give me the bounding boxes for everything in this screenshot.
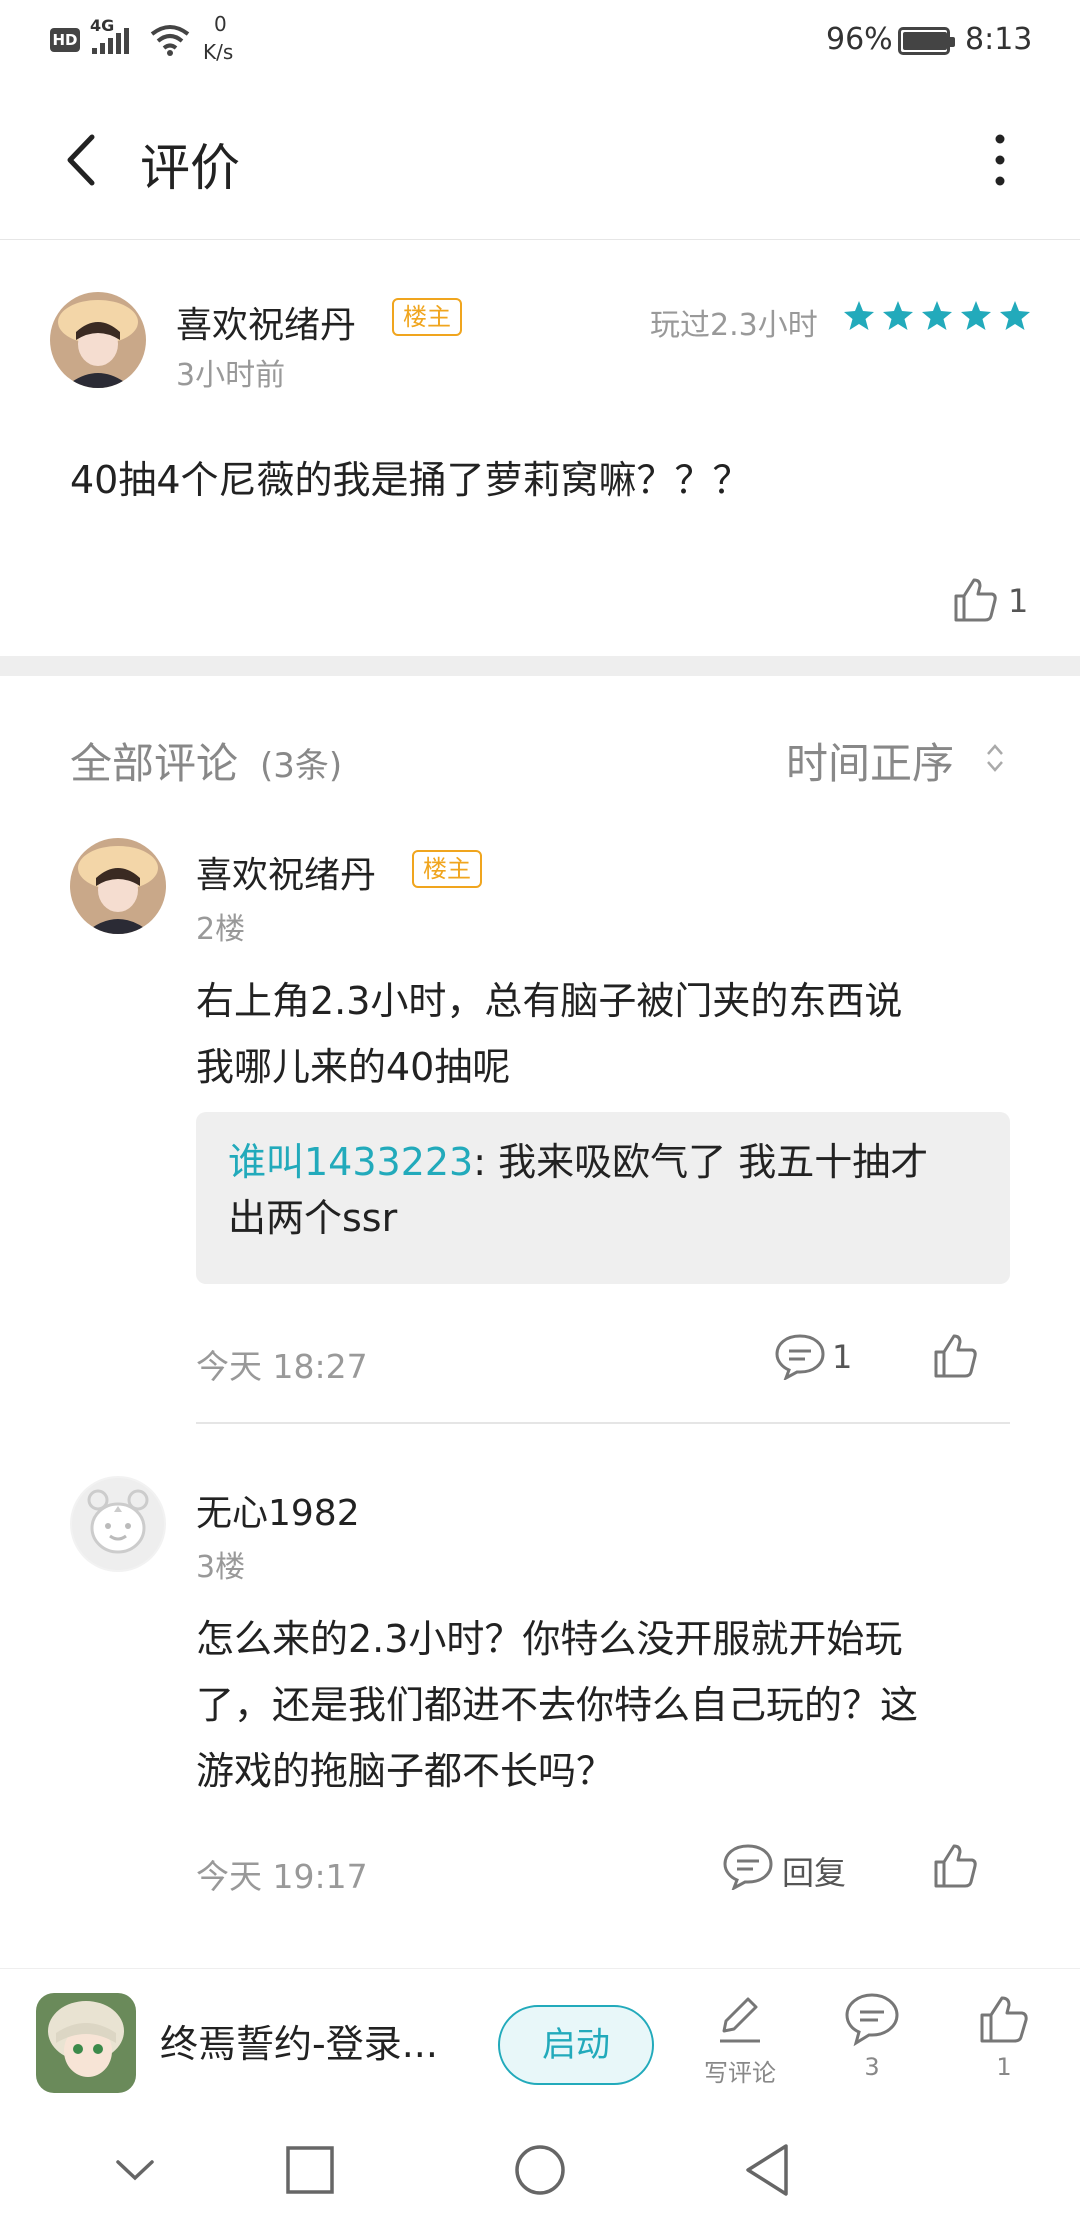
page-title: 评价 <box>140 139 240 197</box>
comment-text-line: 怎么来的2.3小时？你特么没开服就开始玩 <box>196 1617 903 1661</box>
comment-time: 今天 18:27 <box>196 1347 368 1386</box>
rating-stars <box>836 300 1031 336</box>
like-button[interactable]: 1 <box>954 1991 1054 2081</box>
status-bar: HD 4G 0 K/s 96% 8:13 <box>0 0 1080 80</box>
section-divider <box>0 656 1080 676</box>
reply-username[interactable]: 谁叫1433223 <box>228 1140 473 1184</box>
comment-text-line: 游戏的拖脑子都不长吗？ <box>196 1749 615 1793</box>
reply-count: 1 <box>832 1338 853 1376</box>
thumb-up-icon <box>934 1334 977 1378</box>
comment-floor: 3楼 <box>196 1550 246 1585</box>
comments-count: (3条) <box>260 746 343 786</box>
game-name[interactable]: 终焉誓约-登录... <box>160 2013 438 2068</box>
comment-reply-button[interactable]: 回复 <box>722 1840 862 1894</box>
chevron-left-icon <box>67 134 95 186</box>
avatar[interactable] <box>70 838 166 934</box>
reply-text: : 我来吸欧气了 我五十抽才 <box>473 1140 929 1184</box>
sort-dropdown[interactable]: 时间正序 <box>786 730 1026 790</box>
thumb-up-icon <box>954 578 997 622</box>
star-icon <box>883 301 913 330</box>
sort-icon <box>987 744 1003 772</box>
thumb-up-icon <box>934 1844 977 1888</box>
more-menu-button[interactable] <box>970 125 1030 195</box>
wifi-icon <box>150 25 190 56</box>
comment-text-line: 右上角2.3小时，总有脑子被门夹的东西说 <box>196 979 903 1023</box>
owner-badge: 楼主 <box>412 850 482 888</box>
reply-text: 出两个ssr <box>228 1196 398 1240</box>
owner-badge: 楼主 <box>392 298 462 336</box>
comment-bubble-icon <box>723 1844 773 1890</box>
signal-icon <box>92 28 129 54</box>
game-icon[interactable] <box>36 1993 136 2093</box>
comment-author-name[interactable]: 无心1982 <box>196 1484 360 1536</box>
post-author-name[interactable]: 喜欢祝绪丹 <box>176 296 356 348</box>
write-comment-label: 写评论 <box>704 2059 776 2087</box>
comment-text-line: 我哪儿来的40抽呢 <box>196 1045 511 1089</box>
write-comment-button[interactable]: 写评论 <box>690 1991 790 2088</box>
sort-label: 时间正序 <box>786 739 955 788</box>
recents-square-icon[interactable] <box>282 2142 338 2198</box>
comments-title: 全部评论 <box>70 739 239 788</box>
thumb-up-icon <box>980 1996 1028 2043</box>
star-icon <box>922 301 952 330</box>
like-count: 1 <box>996 2053 1012 2081</box>
default-avatar[interactable] <box>70 1476 166 1572</box>
comment-like-button[interactable] <box>930 1840 982 1892</box>
comment-text-line: 了，还是我们都进不去你特么自己玩的？这 <box>196 1683 919 1727</box>
battery-percent: 96% <box>826 22 893 57</box>
comment-floor: 2楼 <box>196 912 246 947</box>
mascot-icon <box>72 1478 164 1570</box>
back-button[interactable] <box>52 125 122 195</box>
more-vertical-icon <box>995 134 1005 186</box>
star-icon <box>844 301 874 330</box>
star-icon <box>1000 301 1030 330</box>
post-time: 3小时前 <box>176 358 286 393</box>
back-triangle-icon[interactable] <box>740 2140 796 2200</box>
clock: 8:13 <box>965 22 1033 57</box>
play-time: 玩过2.3小时 <box>650 308 818 343</box>
avatar[interactable] <box>50 292 146 388</box>
chevron-down-icon[interactable] <box>110 2150 160 2190</box>
comment-author-name[interactable]: 喜欢祝绪丹 <box>196 846 376 898</box>
star-icon <box>961 301 991 330</box>
system-nav-bar <box>0 2098 1080 2240</box>
comment-time: 今天 19:17 <box>196 1857 368 1896</box>
post-like-count: 1 <box>1008 582 1029 620</box>
net-speed-value: 0 <box>214 12 227 36</box>
comment-bubble-icon <box>845 1993 899 2047</box>
hd-icon: HD <box>50 28 80 52</box>
net-speed-unit: K/s <box>203 40 234 64</box>
bottom-action-bar: 终焉誓约-登录... 启动 写评论 3 1 <box>0 1968 1080 2098</box>
comment-bubble-icon <box>775 1334 825 1380</box>
post-content: 40抽4个尼薇的我是捅了萝莉窝嘛？？？ <box>70 458 751 502</box>
comment-like-button[interactable] <box>930 1330 982 1382</box>
reply-preview[interactable]: 谁叫1433223: 我来吸欧气了 我五十抽才 出两个ssr <box>196 1112 1010 1284</box>
battery-icon <box>898 27 955 55</box>
home-circle-icon[interactable] <box>512 2142 568 2198</box>
comments-button[interactable]: 3 <box>822 1991 922 2081</box>
pencil-icon <box>720 1997 760 2043</box>
comment-divider <box>196 1422 1010 1424</box>
launch-button[interactable]: 启动 <box>498 2005 654 2085</box>
reply-label: 回复 <box>782 1854 847 1892</box>
post-like-button[interactable]: 1 <box>950 574 1030 624</box>
comments-count: 3 <box>864 2053 880 2081</box>
comment-reply-button[interactable]: 1 <box>774 1330 874 1384</box>
app-header: 评价 <box>0 80 1080 240</box>
